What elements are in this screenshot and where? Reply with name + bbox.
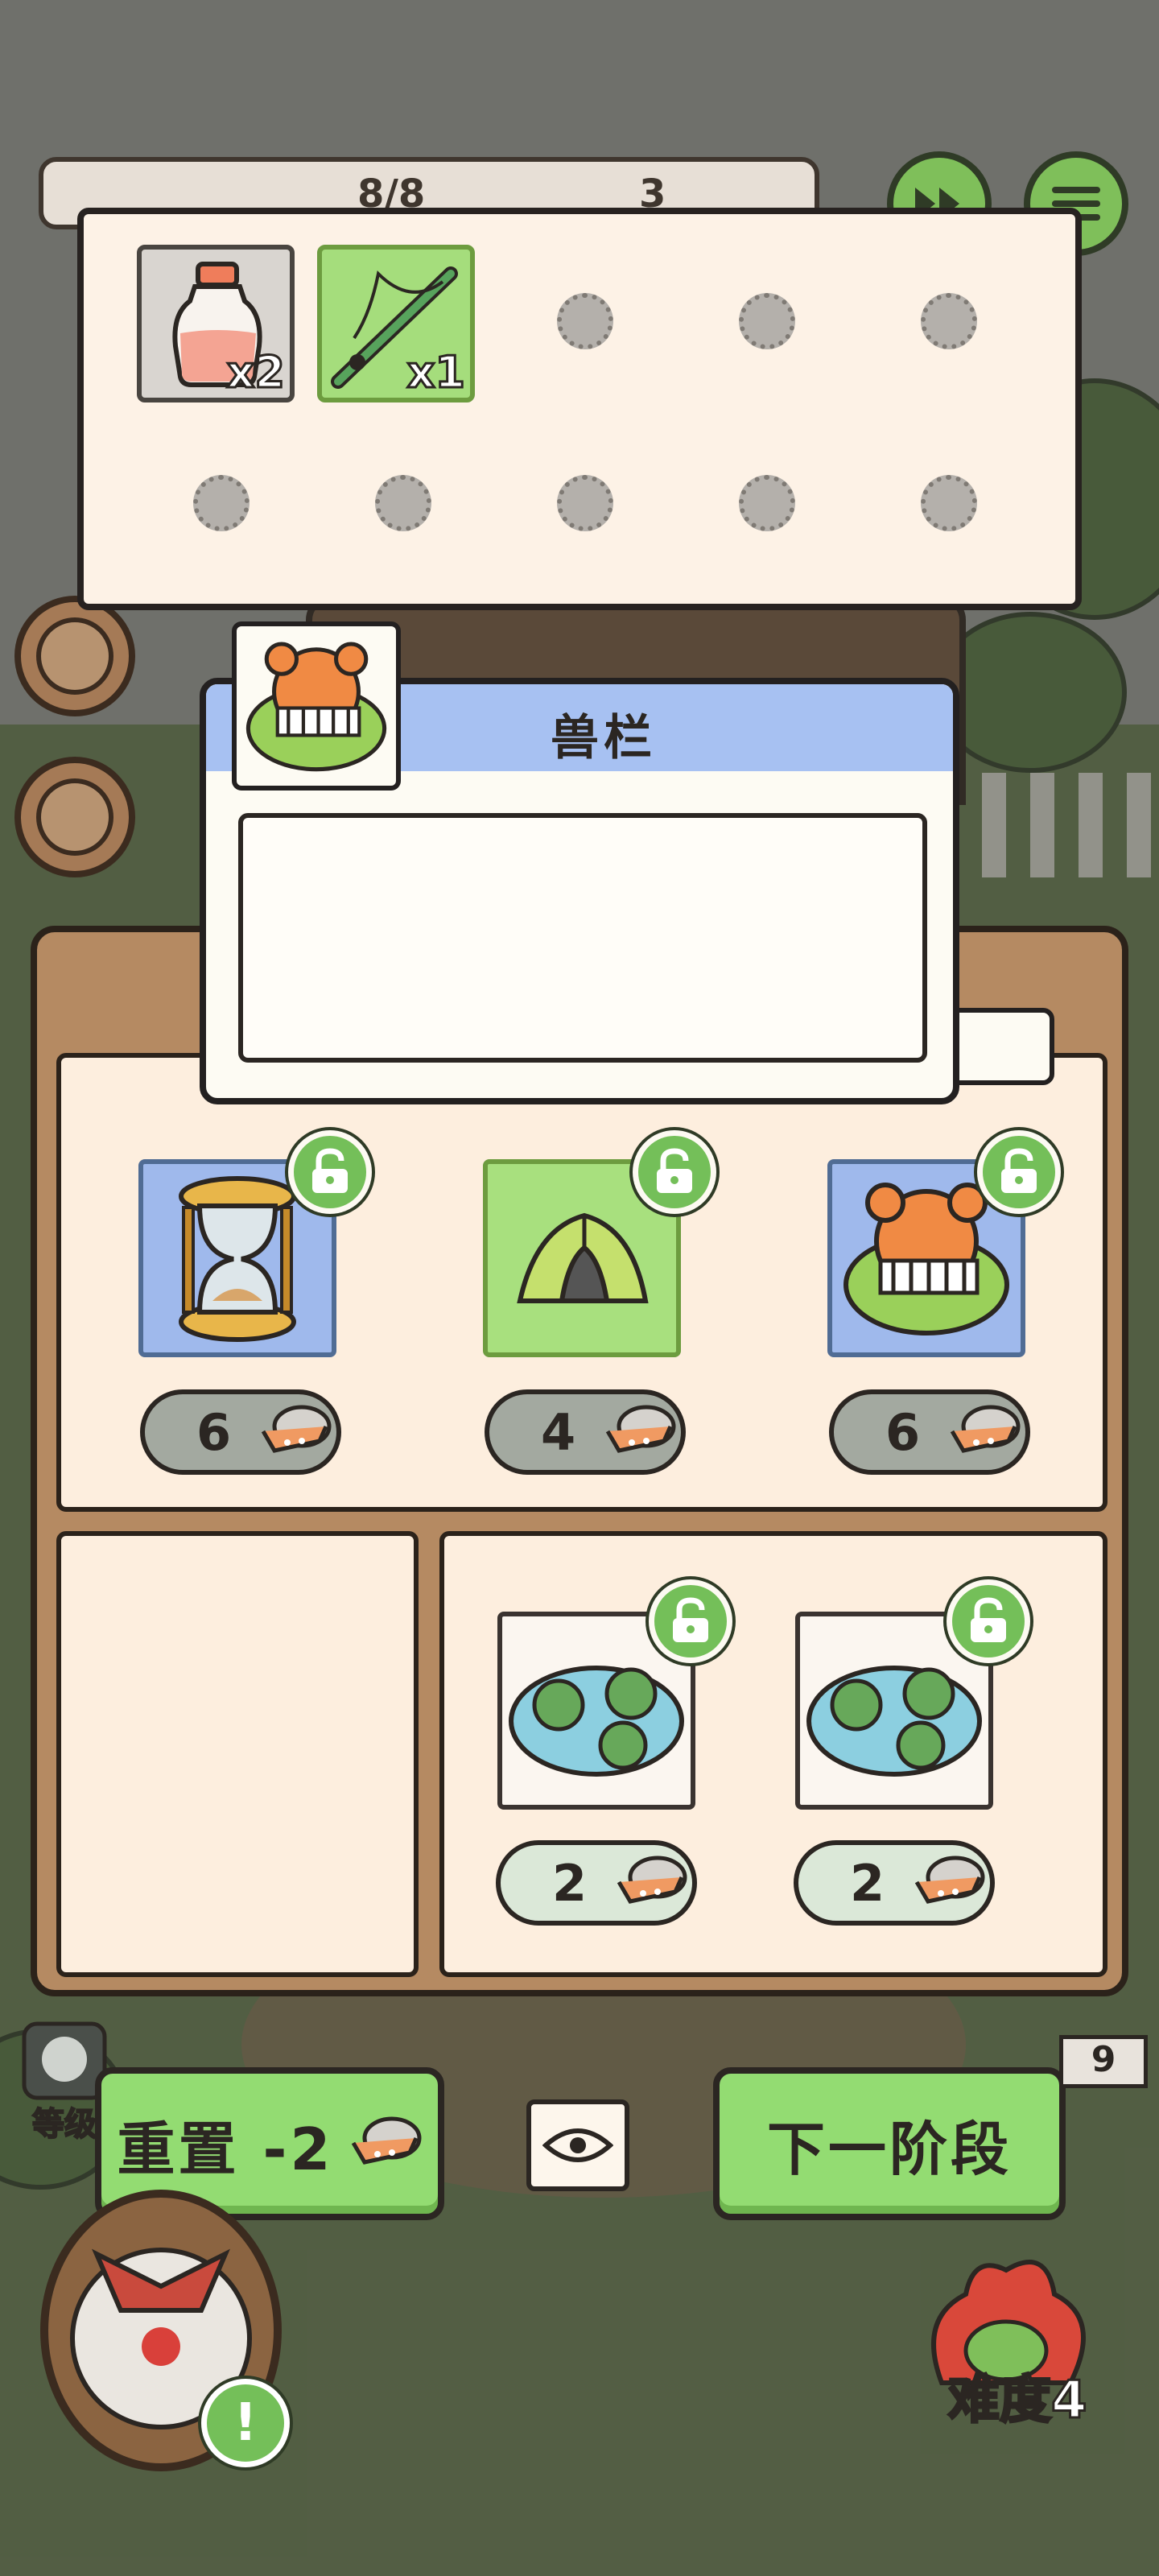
unlock-badge [288,1130,372,1214]
collar-button[interactable] [14,596,135,716]
next-stage-label: 下一阶段 [766,2115,1012,2183]
unlock-badge [977,1130,1061,1214]
unlock-icon [673,1597,708,1642]
empty-slot [921,475,977,531]
price-tag: 6 [140,1389,341,1475]
bowl-icon [36,778,113,856]
price-value: 6 [196,1402,232,1462]
eye-icon [542,2128,613,2162]
animal-pen-icon [245,642,387,772]
alert-badge[interactable]: ! [201,2379,290,2467]
unlock-badge [633,1130,716,1214]
tuna-can-icon [950,1405,1021,1453]
difficulty-label: 难度4 [947,2370,1089,2432]
reset-label: 重置 -2 [117,2115,334,2183]
unlock-icon [971,1597,1006,1642]
tooltip-description-box [238,813,927,1063]
price-value: 2 [552,1853,588,1913]
view-toggle-button[interactable] [526,2099,629,2191]
tuna-can-icon [914,1856,985,1904]
inventory-slot-fishing-rod[interactable]: x1 [317,245,475,402]
empty-slot [739,293,795,349]
price-tag: 2 [794,1840,995,1926]
empty-slot [193,475,250,531]
unlock-badge [649,1579,732,1663]
unlock-icon [312,1148,348,1193]
unlock-badge [947,1579,1030,1663]
price-tag: 2 [496,1840,697,1926]
shop-tier-2-right: 2 2 [439,1531,1107,1977]
item-count: x2 [225,346,286,399]
stage-number: 9 [1059,2035,1148,2088]
collar-icon [36,617,113,695]
unlock-icon [1001,1148,1037,1193]
shop-tier-2-left [56,1531,419,1977]
inventory-panel: x2 x1 [77,208,1082,610]
item-count: x1 [406,346,466,399]
empty-slot [557,293,613,349]
tuna-can-icon [261,1405,332,1453]
price-tag: 4 [485,1389,686,1475]
next-stage-button[interactable]: 下一阶段 [713,2067,1066,2220]
inventory-slot-potion[interactable]: x2 [137,245,295,402]
price-tag: 6 [829,1389,1030,1475]
tuna-can-icon [605,1405,676,1453]
empty-slot [739,475,795,531]
empty-slot [375,475,431,531]
price-value: 2 [850,1853,885,1913]
price-value: 4 [541,1402,576,1462]
bowl-button[interactable] [14,757,135,877]
difficulty-indicator[interactable]: 难度4 [909,2246,1143,2439]
empty-slot [921,293,977,349]
tuna-can-icon [617,1856,687,1904]
empty-slot [557,475,613,531]
tooltip-item-icon [232,621,401,791]
shop-tier-1: 6 4 6 [56,1053,1107,1512]
price-value: 6 [885,1402,921,1462]
unlock-icon [657,1148,692,1193]
tuna-can-icon [351,2116,422,2165]
